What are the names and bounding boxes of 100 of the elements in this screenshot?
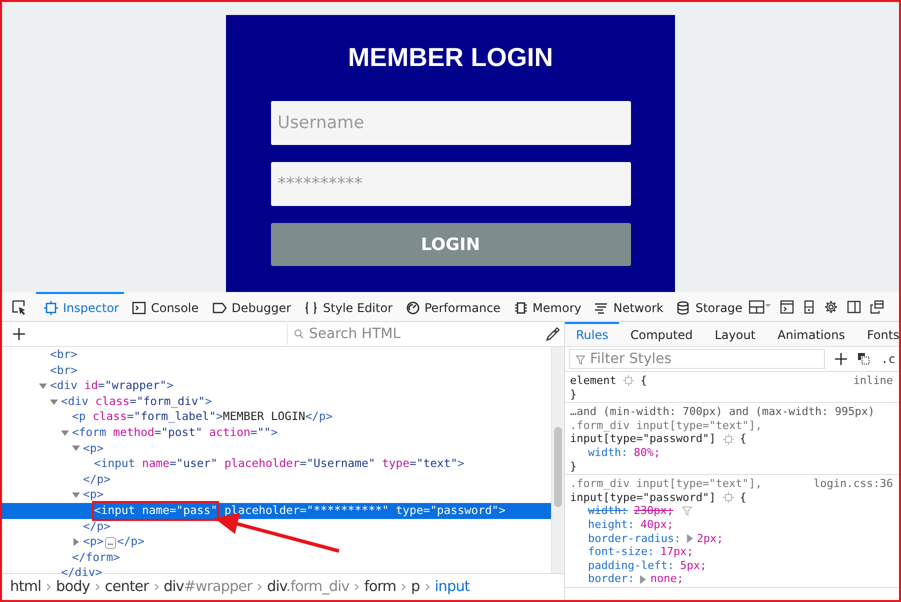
sidebar-icon[interactable] [847, 300, 862, 314]
css-value[interactable]: none; [650, 572, 684, 586]
tree-row[interactable]: <form method="post" action=""> [2, 424, 551, 441]
tree-row[interactable]: <br> [2, 362, 551, 378]
expand-triangle-icon[interactable] [686, 534, 693, 543]
tree-row[interactable]: </p> [2, 472, 551, 488]
login-button[interactable]: LOGIN [270, 223, 630, 266]
html-code: <p class="form_label">MEMBER LOGIN</p> [72, 409, 333, 425]
gauge-icon [406, 300, 420, 314]
filter-icon[interactable] [682, 506, 692, 516]
tree-row[interactable]: <p> [2, 487, 551, 503]
twisty-icon[interactable] [72, 444, 80, 452]
twisty-icon[interactable] [61, 428, 69, 437]
css-selector: element [570, 374, 616, 388]
rule-source-link[interactable]: login.css:36 [814, 477, 899, 491]
windows-icon[interactable] [870, 300, 884, 314]
css-value[interactable]: 5px; [680, 558, 707, 572]
print-simulation-icon[interactable] [857, 352, 871, 366]
devtools-tab[interactable]: Console [124, 292, 204, 321]
twisty-icon[interactable] [50, 398, 58, 406]
tree-row[interactable]: <p> … </p> [2, 534, 551, 550]
highlighted-code: <input name="pass" [94, 502, 218, 519]
css-property[interactable]: border-radius: [588, 532, 681, 546]
login-field[interactable]: Username [270, 101, 630, 145]
scrollbar-thumb[interactable] [554, 427, 562, 507]
highlight-nodes-icon[interactable] [722, 434, 734, 445]
settings-icon[interactable] [824, 300, 838, 314]
tree-row[interactable]: <br> [2, 347, 551, 363]
css-value[interactable]: 2px; [696, 532, 724, 546]
scrollbar[interactable] [551, 347, 564, 573]
add-rule-icon[interactable] [835, 353, 847, 365]
css-property[interactable]: height: [588, 518, 634, 532]
css-value[interactable]: 40px; [640, 518, 674, 532]
tree-row[interactable]: </div> [2, 565, 551, 581]
brace: } [570, 388, 578, 402]
sidebar-tab[interactable]: Layout [704, 322, 767, 346]
highlight-nodes-icon[interactable] [623, 375, 634, 386]
split-console-icon[interactable] [780, 300, 794, 314]
login-field[interactable]: ********** [270, 162, 630, 206]
breadcrumb-item[interactable]: center [104, 579, 149, 595]
breadcrumb-item[interactable]: div#wrapper [164, 579, 252, 595]
twisty-icon[interactable] [72, 538, 80, 546]
breadcrumb-item[interactable]: body [56, 579, 90, 595]
breadcrumb-item[interactable]: div.form_div [267, 579, 350, 595]
breadcrumb-item[interactable]: input [434, 579, 470, 595]
element-picker-icon[interactable] [11, 299, 27, 315]
html-code: </div> [61, 565, 102, 580]
css-value[interactable]: 230px; [634, 504, 674, 518]
devtools-tab[interactable]: Performance [398, 292, 506, 321]
add-node-icon[interactable] [13, 328, 25, 340]
sidebar-tab[interactable]: Fonts [856, 322, 899, 346]
class-toggle[interactable]: .c [881, 352, 896, 366]
css-property[interactable]: font-size: [588, 545, 654, 559]
breadcrumb-item[interactable]: p [411, 579, 420, 595]
css-property[interactable]: border: [588, 572, 634, 586]
tree-row[interactable]: <div class="form_div"> [2, 394, 551, 410]
layout-dropdown-icon[interactable] [749, 300, 772, 314]
css-property[interactable]: width: [588, 446, 628, 460]
media-query: …and (min-width: 700px) and (max-width: 995px) [570, 405, 876, 419]
tree-row[interactable]: </p> [2, 518, 551, 534]
eyedropper-icon[interactable] [546, 327, 560, 341]
css-property[interactable]: padding-left: [588, 558, 674, 572]
css-selector: .form_div input[type="text"], [570, 418, 762, 432]
devtools-tab[interactable]: Debugger [204, 292, 296, 321]
twisty-icon[interactable] [72, 491, 80, 500]
sidebar-tab[interactable]: Animations [766, 322, 856, 346]
tree-row[interactable]: </form> [2, 550, 551, 566]
tree-row[interactable]: <input name="user" placeholder="Username" type="text"> [2, 456, 551, 472]
brace: } [570, 460, 578, 474]
tree-row[interactable]: <div id="wrapper"> [2, 378, 551, 394]
brace: { [640, 374, 647, 388]
filter-field[interactable]: Filter Styles [569, 349, 825, 369]
tree-row[interactable]: <p class="form_label">MEMBER LOGIN</p> [2, 409, 551, 425]
css-selector: .form_div input[type="text"], [570, 477, 762, 491]
breadcrumb-item[interactable]: html [10, 579, 42, 595]
devtools-tab[interactable]: Storage [668, 292, 748, 321]
tag-icon [212, 300, 227, 314]
phone-icon[interactable] [803, 300, 816, 314]
rule-source-link[interactable]: inline [853, 374, 899, 388]
tree-row[interactable]: <input name="pass" placeholder="**********" type="password"> [2, 502, 551, 519]
devtools-tab[interactable]: Style Editor [296, 292, 398, 321]
devtools-tab[interactable]: Network [586, 292, 668, 321]
highlight-nodes-icon[interactable] [722, 492, 734, 504]
html-code: <br> [50, 347, 78, 363]
css-value[interactable]: 17px; [660, 545, 694, 559]
devtools-tab[interactable]: Inspector [36, 292, 124, 321]
css-property[interactable]: width: [588, 504, 628, 518]
sidebar-tab[interactable]: Rules [565, 322, 620, 346]
chevron-icon [46, 583, 52, 591]
breadcrumb-item[interactable]: form [364, 579, 396, 595]
twisty-icon[interactable] [39, 382, 47, 390]
expand-triangle-icon[interactable] [640, 574, 646, 584]
css-value[interactable]: 80%; [634, 446, 660, 460]
sidebar-tab[interactable]: Computed [619, 322, 704, 346]
tree-row[interactable]: <p> [2, 440, 551, 456]
devtools-tab[interactable]: Memory [506, 292, 586, 321]
chevron-icon [424, 583, 430, 591]
html-code: placeholder="**********" type="password"> [223, 502, 506, 519]
chip-icon [514, 300, 528, 314]
chevron-icon [154, 583, 159, 591]
